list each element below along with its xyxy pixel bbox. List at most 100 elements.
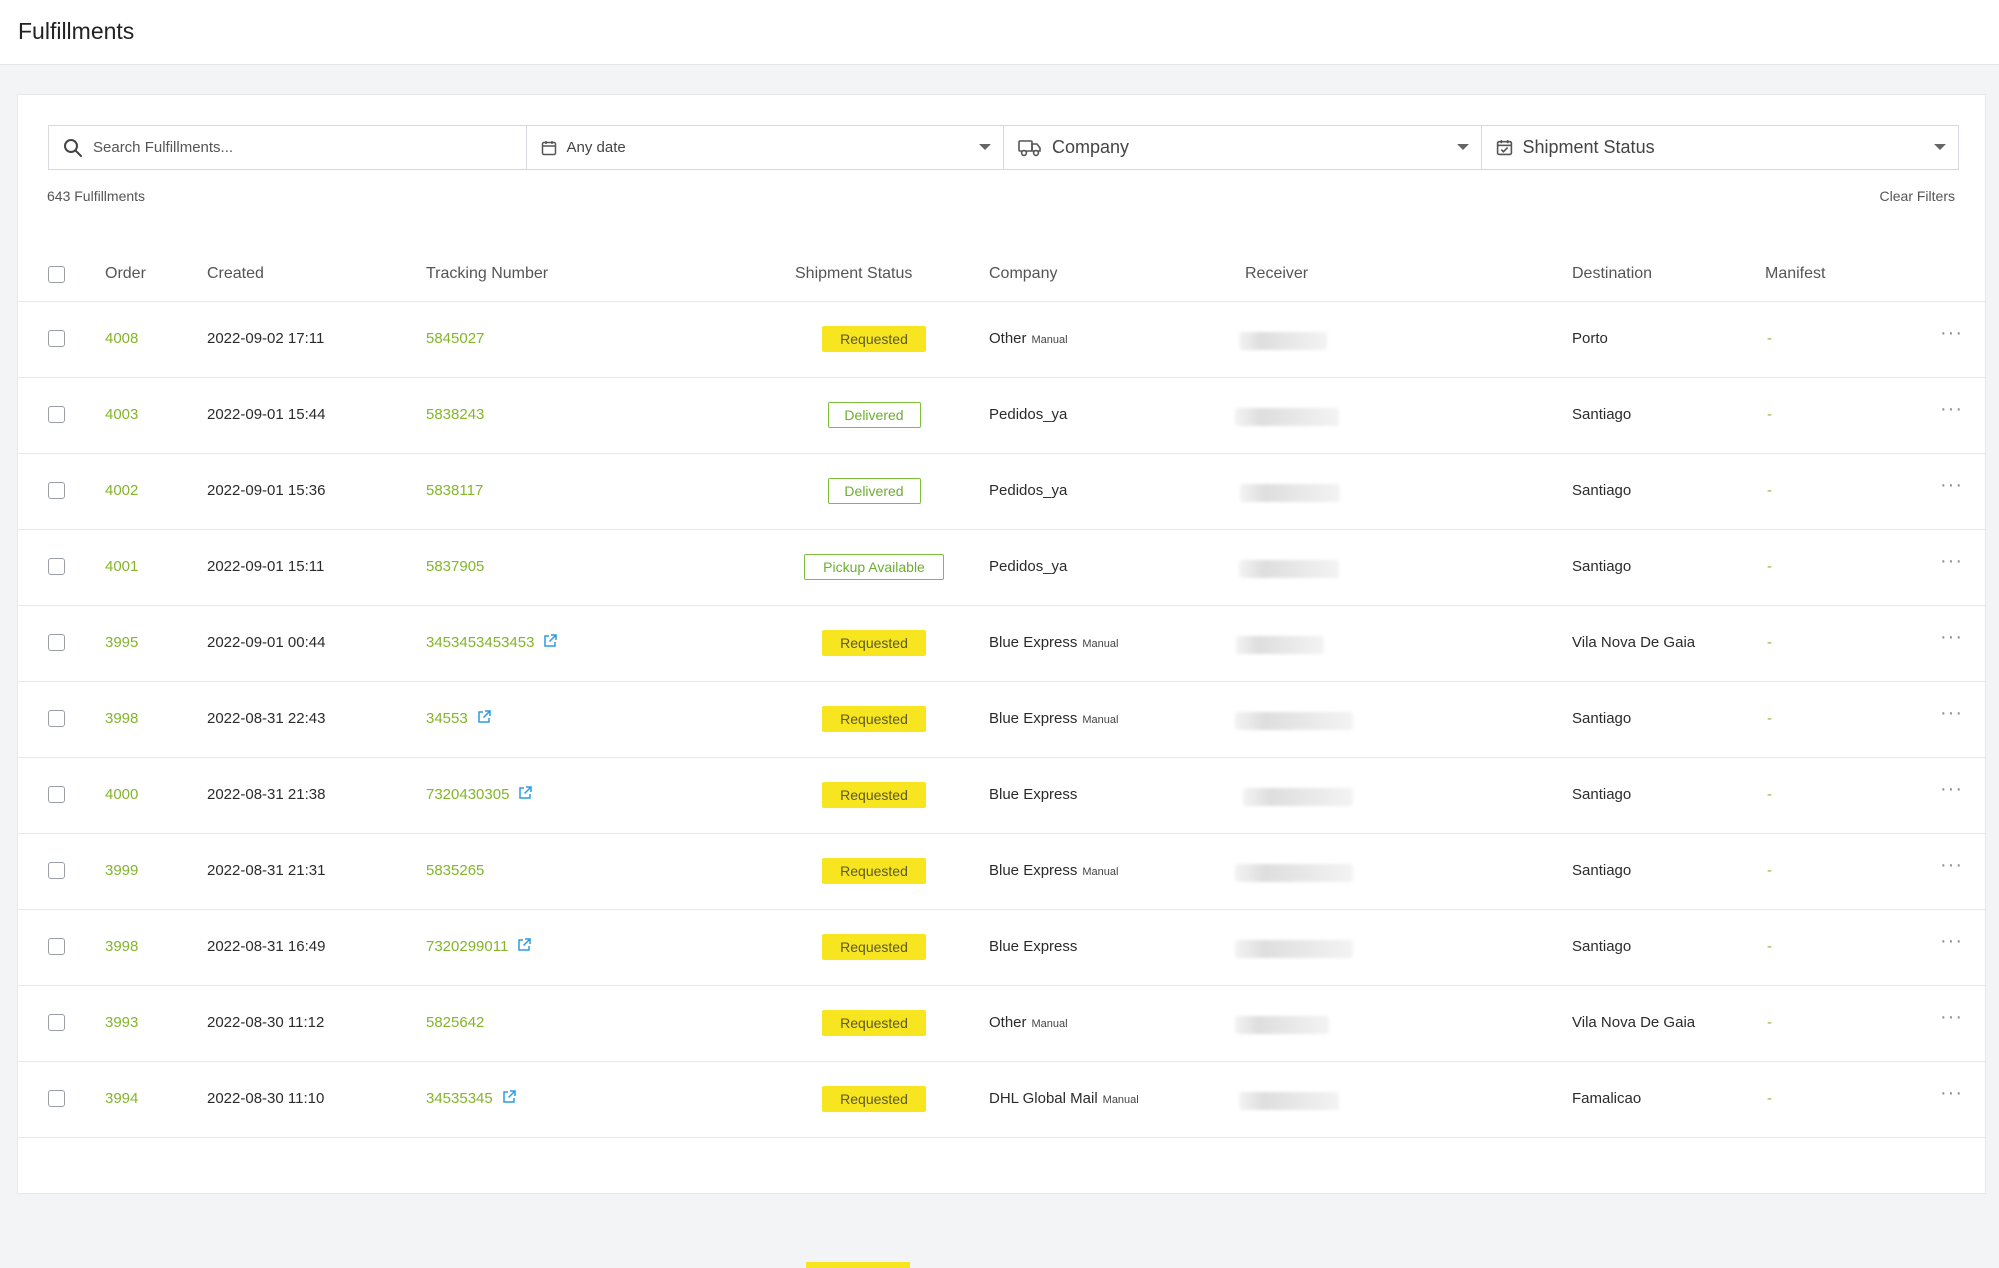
tracking-number-link[interactable]: 34553 bbox=[426, 710, 468, 727]
more-horizontal-icon[interactable]: ··· bbox=[1940, 550, 1963, 573]
table-row[interactable]: 4001 2022-09-01 15:11 5837905 Pickup Availa… bbox=[18, 530, 1985, 606]
column-shipment-status[interactable]: Shipment Status bbox=[795, 265, 912, 283]
status-badge: Requested bbox=[822, 782, 926, 808]
receiver-redacted bbox=[1235, 712, 1353, 730]
row-checkbox[interactable] bbox=[48, 1090, 65, 1107]
row-checkbox[interactable] bbox=[48, 862, 65, 879]
column-manifest[interactable]: Manifest bbox=[1765, 265, 1825, 283]
tracking-number-link[interactable]: 5837905 bbox=[426, 558, 484, 575]
destination: Famalicao bbox=[1572, 1090, 1642, 1107]
order-link[interactable]: 3993 bbox=[105, 1014, 138, 1031]
external-link-icon[interactable] bbox=[518, 786, 533, 804]
status-badge: Requested bbox=[822, 706, 926, 732]
receiver-redacted bbox=[1240, 484, 1340, 502]
receiver-redacted bbox=[1235, 1016, 1329, 1034]
row-checkbox[interactable] bbox=[48, 406, 65, 423]
company-name: Pedidos_ya bbox=[989, 482, 1068, 499]
tracking-number-link[interactable]: 5838243 bbox=[426, 406, 484, 423]
row-checkbox[interactable] bbox=[48, 558, 65, 575]
tracking-number-link[interactable]: 34535345 bbox=[426, 1090, 493, 1107]
row-checkbox[interactable] bbox=[48, 786, 65, 803]
order-link[interactable]: 4001 bbox=[105, 558, 138, 575]
shipment-status-filter[interactable]: Shipment Status bbox=[1482, 126, 1959, 169]
row-checkbox[interactable] bbox=[48, 710, 65, 727]
search-input[interactable] bbox=[93, 126, 495, 169]
external-link-icon[interactable] bbox=[543, 634, 558, 652]
company-name: Pedidos_ya bbox=[989, 558, 1068, 575]
column-tracking-number[interactable]: Tracking Number bbox=[426, 265, 548, 283]
table-row[interactable]: 4002 2022-09-01 15:36 5838117 Delivered Pedi… bbox=[18, 454, 1985, 530]
row-checkbox[interactable] bbox=[48, 330, 65, 347]
calendar-icon bbox=[541, 140, 557, 156]
shipment-status-filter-label: Shipment Status bbox=[1522, 137, 1655, 157]
more-horizontal-icon[interactable]: ··· bbox=[1940, 930, 1963, 953]
table-row[interactable]: 3998 2022-08-31 16:49 7320299011 Requested B… bbox=[18, 910, 1985, 986]
select-all-checkbox[interactable] bbox=[48, 266, 65, 283]
column-receiver[interactable]: Receiver bbox=[1245, 265, 1308, 283]
order-link[interactable]: 3995 bbox=[105, 634, 138, 651]
more-horizontal-icon[interactable]: ··· bbox=[1940, 1006, 1963, 1029]
manual-tag: Manual bbox=[1082, 714, 1119, 726]
table-row[interactable]: 3998 2022-08-31 22:43 34553 Requested Blue E… bbox=[18, 682, 1985, 758]
tracking-number-link[interactable]: 7320299011 bbox=[426, 938, 508, 955]
more-horizontal-icon[interactable]: ··· bbox=[1940, 854, 1963, 877]
order-link[interactable]: 3999 bbox=[105, 862, 138, 879]
order-link[interactable]: 4002 bbox=[105, 482, 138, 499]
destination: Santiago bbox=[1572, 862, 1632, 879]
manual-tag: Manual bbox=[1082, 638, 1119, 650]
created-date: 2022-09-01 15:44 bbox=[207, 406, 326, 423]
more-horizontal-icon[interactable]: ··· bbox=[1940, 778, 1963, 801]
more-horizontal-icon[interactable]: ··· bbox=[1940, 322, 1963, 345]
tracking-number-link[interactable]: 5825642 bbox=[426, 1014, 484, 1031]
more-horizontal-icon[interactable]: ··· bbox=[1940, 398, 1963, 421]
receiver-redacted bbox=[1243, 788, 1353, 806]
order-link[interactable]: 3998 bbox=[105, 710, 138, 727]
more-horizontal-icon[interactable]: ··· bbox=[1940, 474, 1963, 497]
order-link[interactable]: 4008 bbox=[105, 330, 138, 347]
company-name: Other bbox=[989, 330, 1027, 347]
order-link[interactable]: 3994 bbox=[105, 1090, 138, 1107]
row-checkbox[interactable] bbox=[48, 634, 65, 651]
status-badge: Requested bbox=[822, 934, 926, 960]
external-link-icon[interactable] bbox=[477, 710, 491, 728]
manifest-value: - bbox=[1767, 1014, 1772, 1031]
row-checkbox[interactable] bbox=[48, 482, 65, 499]
created-date: 2022-09-01 15:36 bbox=[207, 482, 326, 499]
destination: Vila Nova De Gaia bbox=[1572, 634, 1696, 651]
more-horizontal-icon[interactable]: ··· bbox=[1940, 626, 1963, 649]
column-company[interactable]: Company bbox=[989, 265, 1057, 283]
table-row[interactable]: 3993 2022-08-30 11:12 5825642 Requested Othe… bbox=[18, 986, 1985, 1062]
status-badge bbox=[806, 1262, 910, 1268]
company-filter[interactable]: Company bbox=[1004, 126, 1482, 169]
order-link[interactable]: 4003 bbox=[105, 406, 138, 423]
tracking-number-link[interactable]: 5835265 bbox=[426, 862, 484, 879]
order-link[interactable]: 4000 bbox=[105, 786, 138, 803]
tracking-number-link[interactable]: 5838117 bbox=[426, 482, 483, 499]
table-row[interactable]: 4008 2022-09-02 17:11 5845027 Requested Othe… bbox=[18, 302, 1985, 378]
manifest-value: - bbox=[1767, 558, 1772, 575]
search-filter[interactable] bbox=[49, 126, 527, 169]
manual-tag: Manual bbox=[1031, 334, 1068, 346]
tracking-number-link[interactable]: 5845027 bbox=[426, 330, 484, 347]
order-link[interactable]: 3998 bbox=[105, 938, 138, 955]
column-order[interactable]: Order bbox=[105, 265, 146, 283]
table-row[interactable]: 3994 2022-08-30 11:10 34535345 Requested DHL… bbox=[18, 1062, 1985, 1138]
column-destination[interactable]: Destination bbox=[1572, 265, 1652, 283]
manifest-value: - bbox=[1767, 938, 1772, 955]
table-row[interactable]: 4000 2022-08-31 21:38 7320430305 Requested B… bbox=[18, 758, 1985, 834]
row-checkbox[interactable] bbox=[48, 1014, 65, 1031]
table-row[interactable]: 3995 2022-09-01 00:44 3453453453453 Request… bbox=[18, 606, 1985, 682]
row-checkbox[interactable] bbox=[48, 938, 65, 955]
external-link-icon[interactable] bbox=[502, 1090, 516, 1108]
more-horizontal-icon[interactable]: ··· bbox=[1940, 1082, 1963, 1105]
table-row[interactable]: 4003 2022-09-01 15:44 5838243 Delivered Pedi… bbox=[18, 378, 1985, 454]
table-row[interactable]: 3999 2022-08-31 21:31 5835265 Requested Blue… bbox=[18, 834, 1985, 910]
more-horizontal-icon[interactable]: ··· bbox=[1940, 702, 1963, 725]
company-name: Pedidos_ya bbox=[989, 406, 1068, 423]
tracking-number-link[interactable]: 3453453453453 bbox=[426, 634, 534, 651]
date-filter[interactable]: Any date bbox=[527, 126, 1004, 169]
clear-filters-button[interactable]: Clear Filters bbox=[1880, 188, 1955, 204]
tracking-number-link[interactable]: 7320430305 bbox=[426, 786, 509, 803]
external-link-icon[interactable] bbox=[517, 938, 532, 956]
column-created[interactable]: Created bbox=[207, 265, 264, 283]
